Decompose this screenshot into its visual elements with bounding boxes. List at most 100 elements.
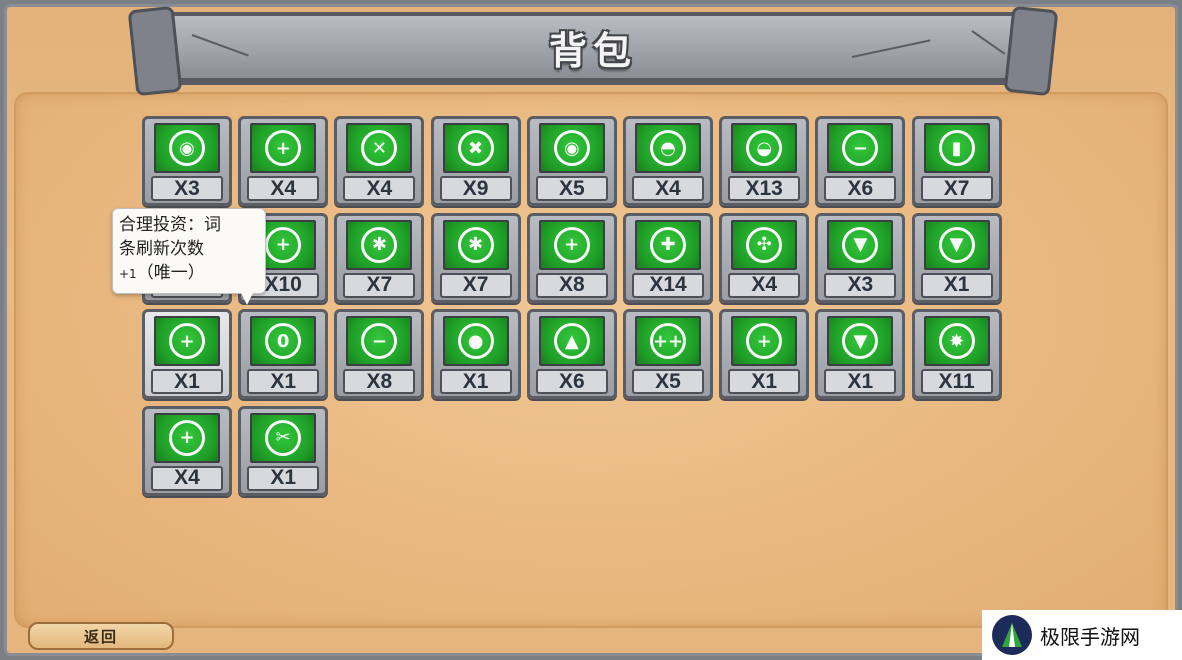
- inventory-slot[interactable]: ◓ X4: [623, 116, 713, 206]
- item-icon-frame: ◉: [538, 123, 605, 173]
- crack-decoration: [851, 39, 931, 58]
- item-count: X14: [632, 272, 704, 298]
- item-count: X5: [632, 369, 704, 394]
- item-count: X11: [920, 369, 993, 394]
- item-icon-frame: +: [538, 219, 605, 270]
- item-count: X1: [247, 369, 320, 394]
- inventory-slot[interactable]: ✖ X9: [430, 116, 521, 206]
- item-icon-frame: ✸: [923, 316, 990, 366]
- tooltip-bonus: +1: [119, 267, 137, 281]
- item-icon-frame: ◓: [635, 123, 701, 173]
- inventory-slot[interactable]: 0 X1: [238, 309, 329, 399]
- item-icon: ✖: [457, 130, 494, 166]
- item-count: X1: [439, 369, 512, 394]
- item-count: X3: [151, 176, 223, 201]
- item-icon-frame: ▮: [923, 123, 990, 173]
- item-icon-frame: ✱: [346, 219, 413, 270]
- item-tooltip: 合理投资：词 条刷新次数 +1（唯一）: [112, 208, 266, 305]
- item-icon: 0: [265, 323, 302, 359]
- inventory-slot[interactable]: ▼ X1: [815, 309, 906, 399]
- item-count: X4: [343, 176, 416, 201]
- inventory-slot[interactable]: ◒ X13: [719, 116, 810, 206]
- inventory-slot[interactable]: ✚ X14: [623, 212, 713, 303]
- inventory-slot[interactable]: ++ X5: [623, 309, 713, 399]
- item-count: X5: [535, 176, 608, 201]
- item-icon: ▼: [842, 226, 879, 263]
- item-icon-frame: ▼: [827, 219, 894, 270]
- inventory-slot[interactable]: ● X1: [430, 309, 521, 399]
- item-icon: ++: [650, 323, 686, 359]
- item-icon-frame: ✖: [442, 123, 509, 173]
- inventory-slot[interactable]: + X8: [526, 212, 617, 303]
- item-icon-frame: +: [250, 123, 317, 173]
- inventory-slot[interactable]: + X1: [719, 309, 810, 399]
- item-icon-frame: ✂: [250, 412, 317, 463]
- item-icon-frame: ▲: [538, 316, 605, 366]
- item-count: X1: [920, 272, 993, 298]
- item-icon-frame: ▼: [827, 316, 894, 366]
- inventory-slot[interactable]: ✸ X11: [911, 309, 1002, 399]
- item-icon: ✸: [938, 323, 975, 359]
- tooltip-unique: （唯一）: [136, 263, 205, 283]
- item-icon: ▼: [938, 226, 975, 263]
- inventory-slot[interactable]: ▼ X1: [911, 212, 1002, 303]
- item-icon-frame: ✱: [442, 219, 509, 270]
- item-icon-frame: −: [346, 316, 413, 366]
- item-count: X6: [535, 369, 608, 394]
- inventory-slot[interactable]: + X4: [142, 405, 232, 496]
- inventory-slot[interactable]: ▮ X7: [911, 116, 1002, 206]
- item-icon: ●: [457, 323, 494, 359]
- item-count: X4: [728, 272, 801, 298]
- item-count: X4: [247, 176, 320, 201]
- item-icon: ✱: [361, 226, 398, 263]
- watermark-logo-icon: [992, 615, 1032, 655]
- inventory-slot[interactable]: + X1: [142, 309, 232, 399]
- inventory-slot[interactable]: ✱ X7: [334, 212, 425, 303]
- inventory-slot[interactable]: ✱ X7: [430, 212, 521, 303]
- item-icon-frame: +: [731, 316, 798, 366]
- tooltip-line-3: +1（唯一）: [119, 261, 259, 286]
- inventory-slot[interactable]: ✂ X1: [238, 405, 329, 496]
- watermark: 极限手游网: [982, 610, 1182, 660]
- item-icon-frame: ✕: [346, 123, 413, 173]
- item-icon-frame: ✣: [731, 219, 798, 270]
- item-count: X6: [824, 176, 897, 201]
- inventory-slot[interactable]: ◉ X3: [142, 116, 232, 206]
- item-icon-frame: +: [154, 412, 220, 463]
- item-icon: −: [842, 130, 879, 166]
- item-icon: +: [746, 323, 783, 359]
- item-icon: +: [169, 323, 205, 359]
- item-icon: ▲: [553, 323, 590, 359]
- inventory-slot[interactable]: ▲ X6: [526, 309, 617, 399]
- item-count: X8: [343, 369, 416, 394]
- item-icon: +: [553, 226, 590, 263]
- inventory-slot[interactable]: − X8: [334, 309, 425, 399]
- item-icon: ▮: [938, 130, 975, 166]
- item-count: X13: [728, 176, 801, 201]
- item-icon: +: [265, 226, 302, 263]
- item-count: X1: [151, 369, 223, 394]
- item-icon: ▼: [842, 323, 879, 359]
- item-icon: +: [265, 130, 302, 166]
- inventory-slot[interactable]: ✣ X4: [719, 212, 810, 303]
- item-icon-frame: ++: [635, 316, 701, 366]
- item-count: X7: [343, 272, 416, 298]
- item-icon: ◉: [553, 130, 590, 166]
- inventory-slot[interactable]: ◉ X5: [526, 116, 617, 206]
- item-icon: ✕: [361, 130, 398, 166]
- item-icon-frame: ●: [442, 316, 509, 366]
- title-banner: 背包: [148, 12, 1038, 82]
- inventory-slot[interactable]: − X6: [815, 116, 906, 206]
- inventory-slot[interactable]: ✕ X4: [334, 116, 425, 206]
- item-icon: ◓: [650, 130, 686, 166]
- item-count: X7: [439, 272, 512, 298]
- item-icon: ✱: [457, 226, 494, 263]
- inventory-slot[interactable]: + X4: [238, 116, 329, 206]
- item-icon-frame: ✚: [635, 219, 701, 270]
- item-icon-frame: ◉: [154, 123, 220, 173]
- item-icon: −: [361, 323, 398, 359]
- inventory-slot[interactable]: ▼ X3: [815, 212, 906, 303]
- back-button[interactable]: 返回: [28, 622, 174, 650]
- tooltip-line-2: 条刷新次数: [119, 239, 204, 259]
- item-icon-frame: ▼: [923, 219, 990, 270]
